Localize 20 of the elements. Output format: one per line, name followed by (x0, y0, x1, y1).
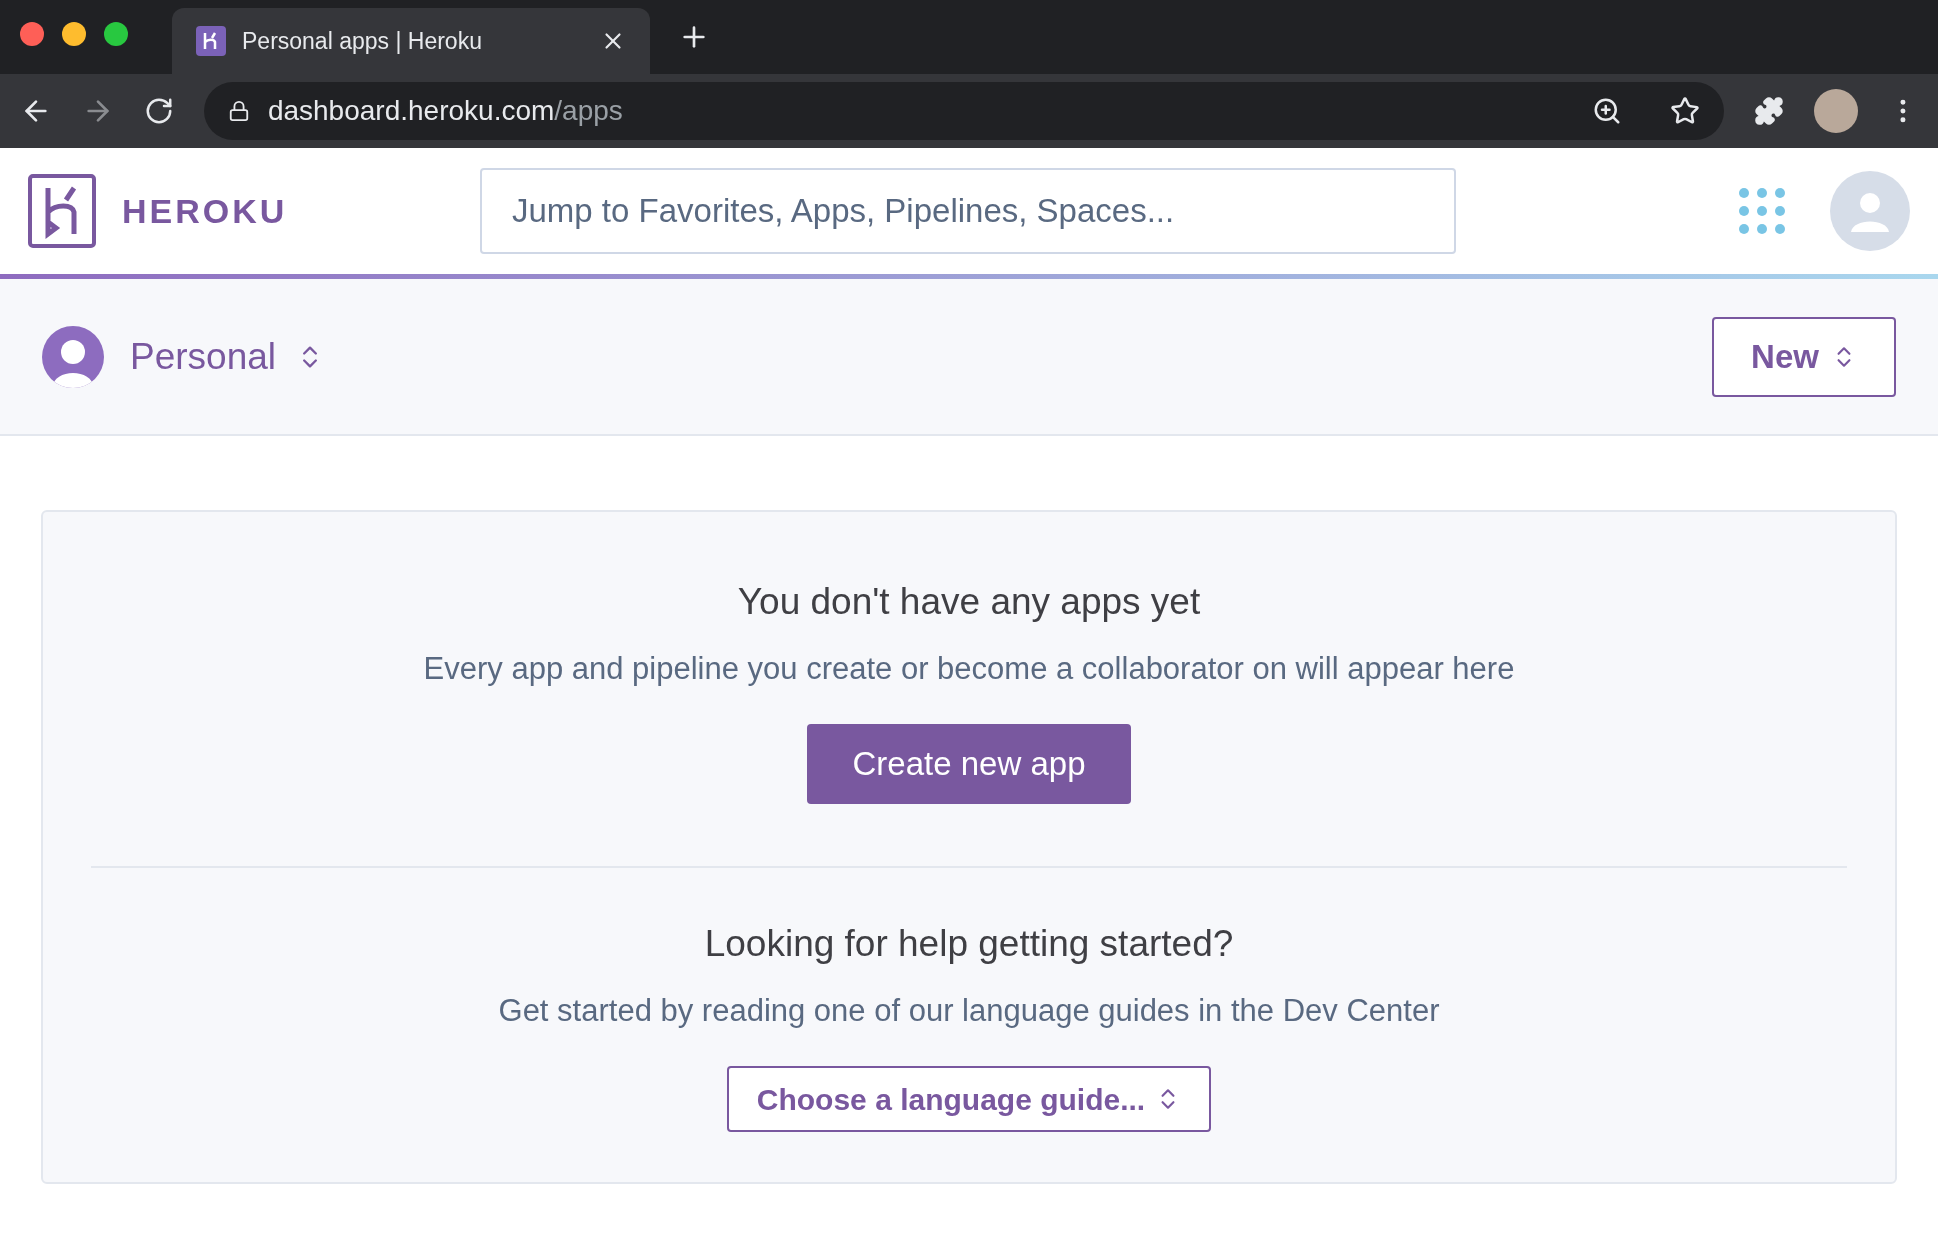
help-subtitle: Get started by reading one of our language guides in the Dev Center (498, 991, 1440, 1030)
account-switcher[interactable]: Personal (130, 328, 325, 385)
new-button[interactable]: New (1712, 316, 1896, 397)
empty-state-title: You don't have any apps yet (737, 580, 1201, 624)
profile-avatar[interactable] (1814, 89, 1859, 133)
create-app-button[interactable]: Create new app (807, 724, 1131, 804)
lock-icon (227, 100, 250, 122)
bookmark-star-icon[interactable] (1670, 96, 1701, 126)
heroku-wordmark: HEROKU (122, 190, 288, 232)
heroku-favicon-icon (196, 26, 226, 56)
tab-title: Personal apps | Heroku (242, 26, 483, 56)
browser-tab[interactable]: Personal apps | Heroku (172, 8, 650, 74)
help-title: Looking for help getting started? (704, 922, 1234, 966)
url-text: dashboard.heroku.com/apps (267, 94, 624, 128)
address-bar[interactable]: dashboard.heroku.com/apps (203, 82, 1725, 140)
heroku-logo-icon[interactable] (28, 174, 96, 248)
language-guide-select[interactable]: Choose a language guide... (727, 1066, 1211, 1132)
search-field[interactable]: Jump to Favorites, Apps, Pipelines, Spaces... (480, 168, 1456, 254)
empty-state-subtitle: Every app and pipeline you create or become a collaborator on will appear here (423, 649, 1515, 688)
extensions-icon[interactable] (1754, 96, 1785, 126)
